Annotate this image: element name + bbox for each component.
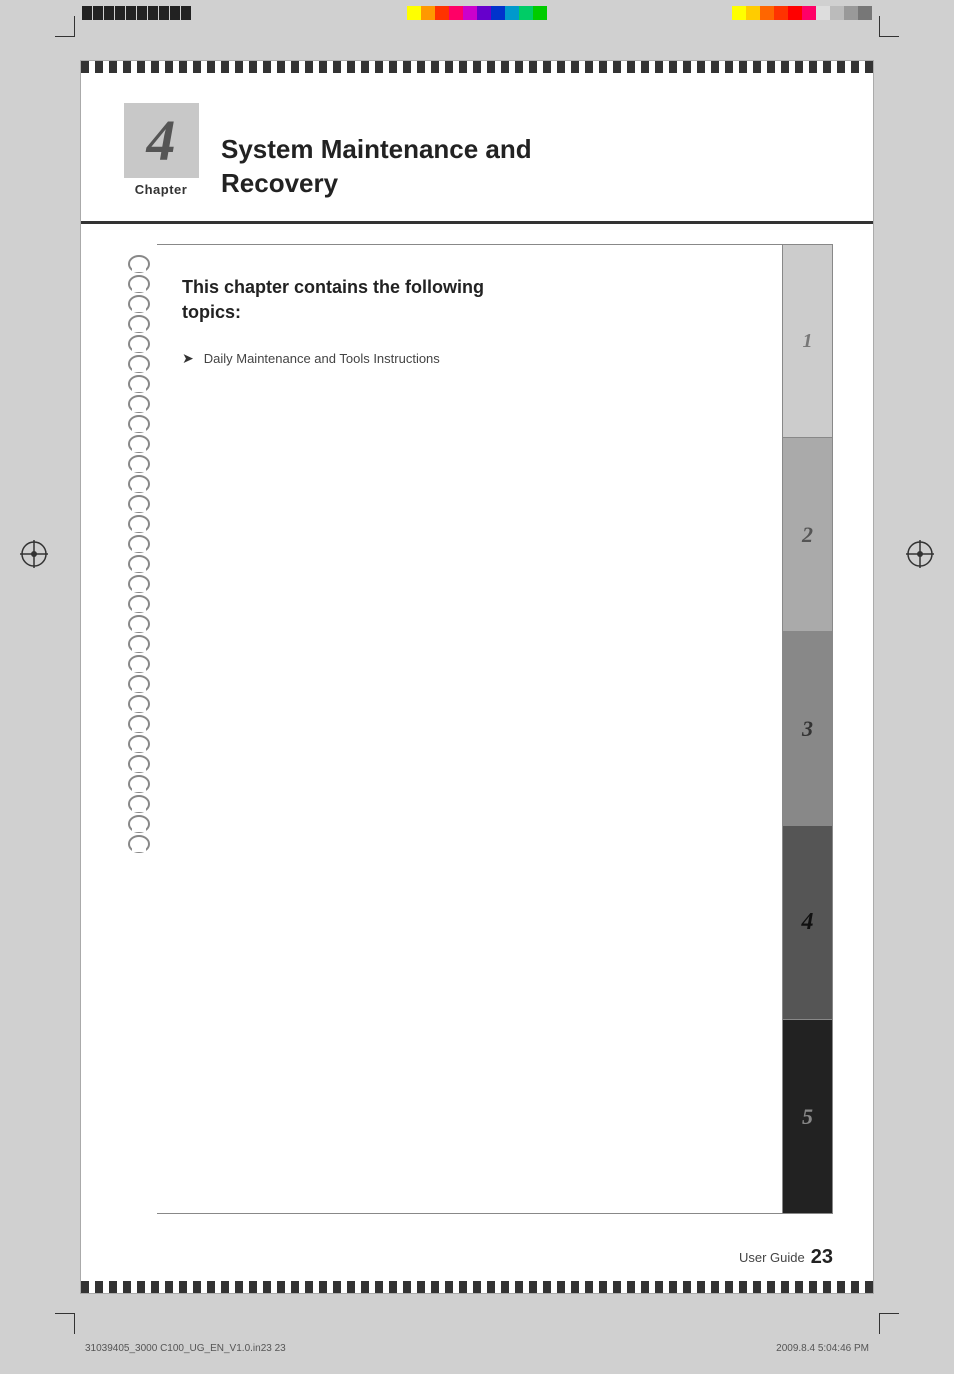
tab-number-2: 2 [802,522,813,548]
tab-item-5[interactable]: 5 [783,1020,832,1213]
tab-number-4: 4 [802,909,814,936]
tab-item-4[interactable]: 4 [783,826,832,1020]
crop-mark-tl-v [74,16,75,36]
spiral-ring [128,395,150,413]
spiral-ring [128,515,150,533]
tab-item-1[interactable]: 1 [783,245,832,439]
print-info-left: 31039405_3000 C100_UG_EN_V1.0.in23 23 [85,1343,286,1354]
spiral-ring [128,275,150,293]
spiral-ring [128,675,150,693]
chapter-number: 4 [147,112,176,170]
spiral-binding [121,244,157,1214]
tab-number-3: 3 [802,716,813,742]
color-bar-top-right [732,6,872,20]
tab-number-5: 5 [802,1104,813,1130]
print-info-right: 2009.8.4 5:04:46 PM [776,1343,869,1354]
spiral-ring [128,375,150,393]
spiral-ring [128,835,150,853]
topics-heading: This chapter contains the following topi… [182,275,757,325]
crop-mark-tl-h [55,36,75,37]
page-inner: 4 Chapter System Maintenance and Recover… [81,73,873,1281]
spiral-ring [128,735,150,753]
spiral-ring [128,655,150,673]
topic-text: Daily Maintenance and Tools Instructions [204,351,440,366]
page-outer: 4 Chapter System Maintenance and Recover… [80,60,874,1294]
dashed-strip-top [81,61,873,73]
spiral-ring [128,695,150,713]
chapter-number-block: 4 Chapter [121,103,201,197]
chapter-label: Chapter [135,182,188,197]
notebook-content: This chapter contains the following topi… [157,244,833,1214]
spiral-ring [128,635,150,653]
spiral-ring [128,815,150,833]
footer-page-number: 23 [811,1246,833,1269]
spiral-ring [128,355,150,373]
spiral-ring [128,255,150,273]
spiral-ring [128,555,150,573]
crop-mark-bl-h [55,1313,75,1314]
registration-mark-left [20,540,48,568]
crop-mark-tr-h [879,36,899,37]
crop-mark-tr-v [879,16,880,36]
crop-mark-br-v [879,1314,880,1334]
tab-number-1: 1 [803,330,813,353]
spiral-ring [128,415,150,433]
spiral-ring [128,495,150,513]
spiral-ring [128,595,150,613]
spiral-ring [128,475,150,493]
chapter-title-block: System Maintenance and Recovery [221,103,833,201]
chapter-title: System Maintenance and Recovery [221,133,833,201]
spiral-ring [128,535,150,553]
spiral-ring [128,575,150,593]
spiral-ring [128,435,150,453]
page-footer: User Guide 23 [81,1234,873,1281]
spiral-ring [128,315,150,333]
crop-mark-br-h [879,1313,899,1314]
topic-arrow-icon: ➤ [182,350,194,367]
spiral-ring [128,295,150,313]
topic-item: ➤ Daily Maintenance and Tools Instructio… [182,350,757,367]
crop-mark-bl-v [74,1314,75,1334]
print-mark-squares-left [82,6,191,20]
registration-mark-right [906,540,934,568]
tab-navigation: 1 2 3 4 5 [782,245,832,1213]
color-swatches-top [407,6,547,20]
footer-label: User Guide [739,1250,805,1265]
spiral-ring [128,715,150,733]
spiral-ring [128,615,150,633]
spiral-ring [128,775,150,793]
spiral-ring [128,455,150,473]
print-info-bottom: 31039405_3000 C100_UG_EN_V1.0.in23 23 20… [85,1343,869,1354]
spiral-ring [128,335,150,353]
spiral-ring [128,755,150,773]
tab-item-2[interactable]: 2 [783,438,832,632]
chapter-number-background: 4 [124,103,199,178]
content-area: This chapter contains the following topi… [81,224,873,1234]
dashed-strip-bottom [81,1281,873,1293]
notebook-left-content: This chapter contains the following topi… [157,245,782,1213]
chapter-header: 4 Chapter System Maintenance and Recover… [81,73,873,224]
spiral-ring [128,795,150,813]
tab-item-3[interactable]: 3 [783,632,832,826]
